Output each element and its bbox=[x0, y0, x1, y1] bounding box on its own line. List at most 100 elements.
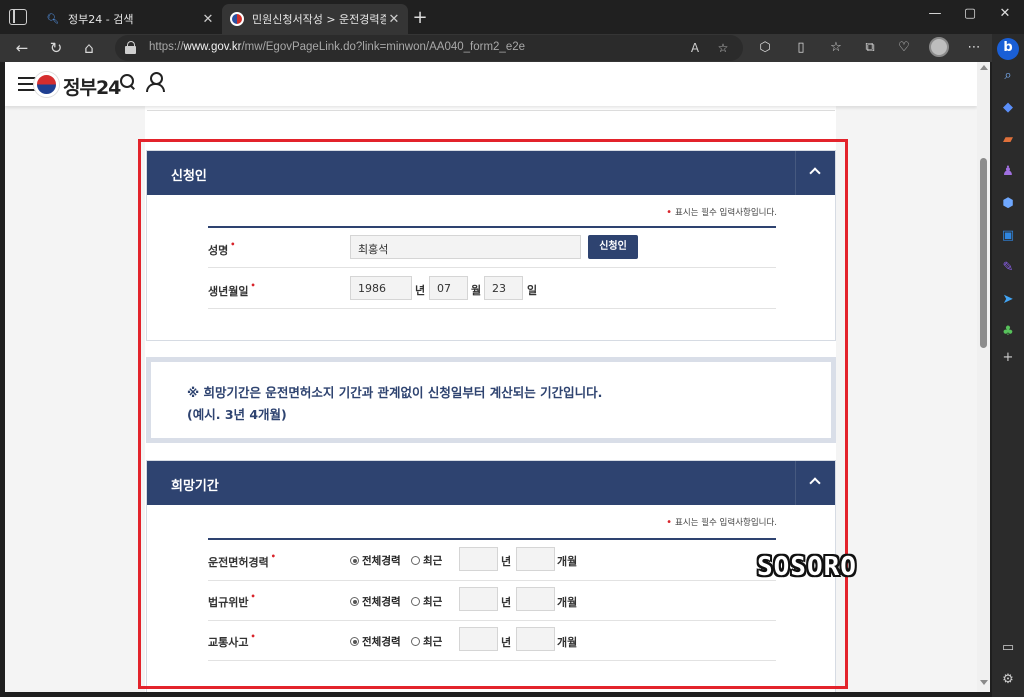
tab-actions-icon[interactable] bbox=[9, 9, 27, 25]
edge-sidebar: b ⌕ ◆ ▰ ♟ ⬢ ▣ ✎ ➤ ♣ + ▭ ⚙ bbox=[992, 34, 1024, 697]
lock-icon[interactable] bbox=[125, 41, 137, 54]
gov-logo-icon[interactable] bbox=[34, 72, 59, 97]
year-unit: 년 bbox=[501, 636, 512, 649]
search-icon[interactable]: ⌕ bbox=[998, 66, 1018, 86]
gov-favicon-icon bbox=[230, 12, 244, 26]
row-divider bbox=[208, 620, 776, 621]
months-field[interactable] bbox=[516, 627, 555, 651]
license-history-label: 운전면허경력 • bbox=[208, 552, 276, 569]
favorites-icon[interactable]: ☆ bbox=[826, 38, 846, 58]
scroll-thumb[interactable] bbox=[980, 158, 987, 348]
send-icon[interactable]: ➤ bbox=[998, 290, 1018, 310]
chevron-up-icon bbox=[809, 167, 821, 179]
close-tab-icon[interactable]: ✕ bbox=[386, 12, 402, 27]
refresh-icon[interactable]: ↻ bbox=[46, 38, 66, 58]
all-history-radio[interactable]: 전체경력 bbox=[350, 594, 401, 609]
back-arrow-icon[interactable]: ← bbox=[12, 38, 32, 58]
shopping-tag-icon[interactable]: ◆ bbox=[998, 98, 1018, 118]
close-tab-icon[interactable]: ✕ bbox=[200, 12, 216, 27]
required-note: • 표시는 필수 입력사항입니다. bbox=[666, 207, 777, 218]
split-screen-icon[interactable]: ▯ bbox=[791, 38, 811, 58]
years-field[interactable] bbox=[459, 547, 498, 571]
extensions-icon[interactable]: ⬡ bbox=[755, 38, 775, 58]
tree-icon[interactable]: ♣ bbox=[998, 322, 1018, 342]
name-field[interactable]: 최홍석 bbox=[350, 235, 581, 259]
favorite-star-icon[interactable]: ☆ bbox=[715, 40, 731, 56]
collapse-toggle[interactable] bbox=[795, 151, 835, 195]
notice-box: ※ 희망기간은 운전면허소지 기간과 관계없이 신청일부터 계산되는 기간입니다… bbox=[146, 357, 836, 443]
row-divider bbox=[208, 660, 776, 661]
period-panel: 희망기간 • 표시는 필수 입력사항입니다. 운전면허경력 • 전체경력 최근 년 … bbox=[146, 460, 836, 692]
close-window-icon[interactable]: ✕ bbox=[990, 4, 1020, 24]
outlook-icon[interactable]: ▣ bbox=[998, 226, 1018, 246]
browser-essentials-icon[interactable]: ♡ bbox=[894, 38, 914, 58]
divider bbox=[147, 110, 835, 111]
month-unit: 월 bbox=[471, 284, 482, 297]
months-field[interactable] bbox=[516, 547, 555, 571]
panel-title: 희망기간 bbox=[171, 479, 219, 494]
games-icon[interactable]: ♟ bbox=[998, 162, 1018, 182]
profile-avatar[interactable] bbox=[929, 37, 949, 57]
birth-year-field[interactable]: 1986 bbox=[350, 276, 412, 300]
tab-gov24-search[interactable]: 🔍︎ 정부24 - 검색 ✕ bbox=[38, 4, 222, 34]
designer-icon[interactable]: ✎ bbox=[998, 258, 1018, 278]
year-unit: 년 bbox=[415, 284, 426, 297]
search-favicon-icon: 🔍︎ bbox=[46, 13, 60, 25]
tab-application-form[interactable]: 민원신청서작성 > 운전경력증명 ✕ bbox=[222, 4, 408, 34]
notice-line-1: ※ 희망기간은 운전면허소지 기간과 관계없이 신청일부터 계산되는 기간입니다… bbox=[187, 385, 603, 400]
month-unit: 개월 bbox=[557, 636, 578, 649]
user-icon[interactable] bbox=[146, 72, 165, 92]
read-aloud-icon[interactable]: A bbox=[687, 40, 703, 56]
all-history-radio[interactable]: 전체경력 bbox=[350, 553, 401, 568]
url-text[interactable]: https://www.gov.kr/mw/EgovPageLink.do?li… bbox=[149, 41, 525, 53]
birth-day-field[interactable]: 23 bbox=[484, 276, 523, 300]
recent-radio[interactable]: 최근 bbox=[411, 594, 442, 609]
all-history-radio[interactable]: 전체경력 bbox=[350, 634, 401, 649]
more-menu-icon[interactable]: ⋯ bbox=[964, 38, 984, 58]
scroll-up-icon[interactable] bbox=[980, 65, 988, 70]
minimize-icon[interactable]: — bbox=[920, 4, 950, 24]
add-sidebar-app-icon[interactable]: + bbox=[998, 348, 1018, 368]
sidebar-settings-icon[interactable]: ⚙ bbox=[998, 670, 1018, 690]
recent-radio[interactable]: 최근 bbox=[411, 553, 442, 568]
page-viewport: 정부24 신청인 • 표시는 필수 입력사항입니다. 성명 • 최홍석 신청인 생년… bbox=[5, 62, 977, 692]
search-icon[interactable] bbox=[120, 74, 135, 89]
row-divider bbox=[208, 267, 776, 268]
years-field[interactable] bbox=[459, 627, 498, 651]
collections-icon[interactable]: ⧉ bbox=[860, 38, 880, 58]
year-unit: 년 bbox=[501, 555, 512, 568]
maximize-icon[interactable]: ▢ bbox=[955, 4, 985, 24]
microsoft365-icon[interactable]: ⬢ bbox=[998, 194, 1018, 214]
page-scrollbar[interactable] bbox=[977, 62, 990, 692]
collapse-toggle[interactable] bbox=[795, 461, 835, 505]
months-field[interactable] bbox=[516, 587, 555, 611]
chevron-up-icon bbox=[809, 477, 821, 489]
row-divider bbox=[208, 308, 776, 309]
recent-radio[interactable]: 최근 bbox=[411, 634, 442, 649]
site-logo-text[interactable]: 정부24 bbox=[63, 73, 121, 100]
applicant-button[interactable]: 신청인 bbox=[588, 235, 638, 259]
birth-month-field[interactable]: 07 bbox=[429, 276, 468, 300]
required-note: • 표시는 필수 입력사항입니다. bbox=[666, 517, 777, 528]
tab-bar: 🔍︎ 정부24 - 검색 ✕ 민원신청서작성 > 운전경력증명 ✕ + — ▢ … bbox=[0, 0, 1024, 34]
watermark: SOSORO bbox=[757, 552, 857, 582]
form-top-border bbox=[208, 226, 776, 228]
violation-label: 법규위반 • bbox=[208, 592, 256, 609]
years-field[interactable] bbox=[459, 587, 498, 611]
applicant-panel-header[interactable]: 신청인 bbox=[147, 151, 835, 195]
month-unit: 개월 bbox=[557, 596, 578, 609]
copilot-icon[interactable]: b bbox=[997, 38, 1019, 60]
new-tab-icon[interactable]: + bbox=[410, 7, 430, 28]
address-toolbar: ← ↻ ⌂ https://www.gov.kr/mw/EgovPageLink… bbox=[0, 34, 1024, 62]
period-panel-header[interactable]: 희망기간 bbox=[147, 461, 835, 505]
panel-title: 신청인 bbox=[171, 169, 207, 184]
tab-title: 정부24 - 검색 bbox=[68, 13, 134, 26]
tab-title: 민원신청서작성 > 운전경력증명 bbox=[252, 13, 386, 26]
hide-sidebar-icon[interactable]: ▭ bbox=[998, 638, 1018, 658]
home-icon[interactable]: ⌂ bbox=[79, 38, 99, 58]
scroll-down-icon[interactable] bbox=[980, 680, 988, 685]
day-unit: 일 bbox=[527, 284, 538, 297]
tools-icon[interactable]: ▰ bbox=[998, 130, 1018, 150]
row-divider bbox=[208, 580, 776, 581]
address-bar[interactable]: https://www.gov.kr/mw/EgovPageLink.do?li… bbox=[115, 35, 743, 61]
